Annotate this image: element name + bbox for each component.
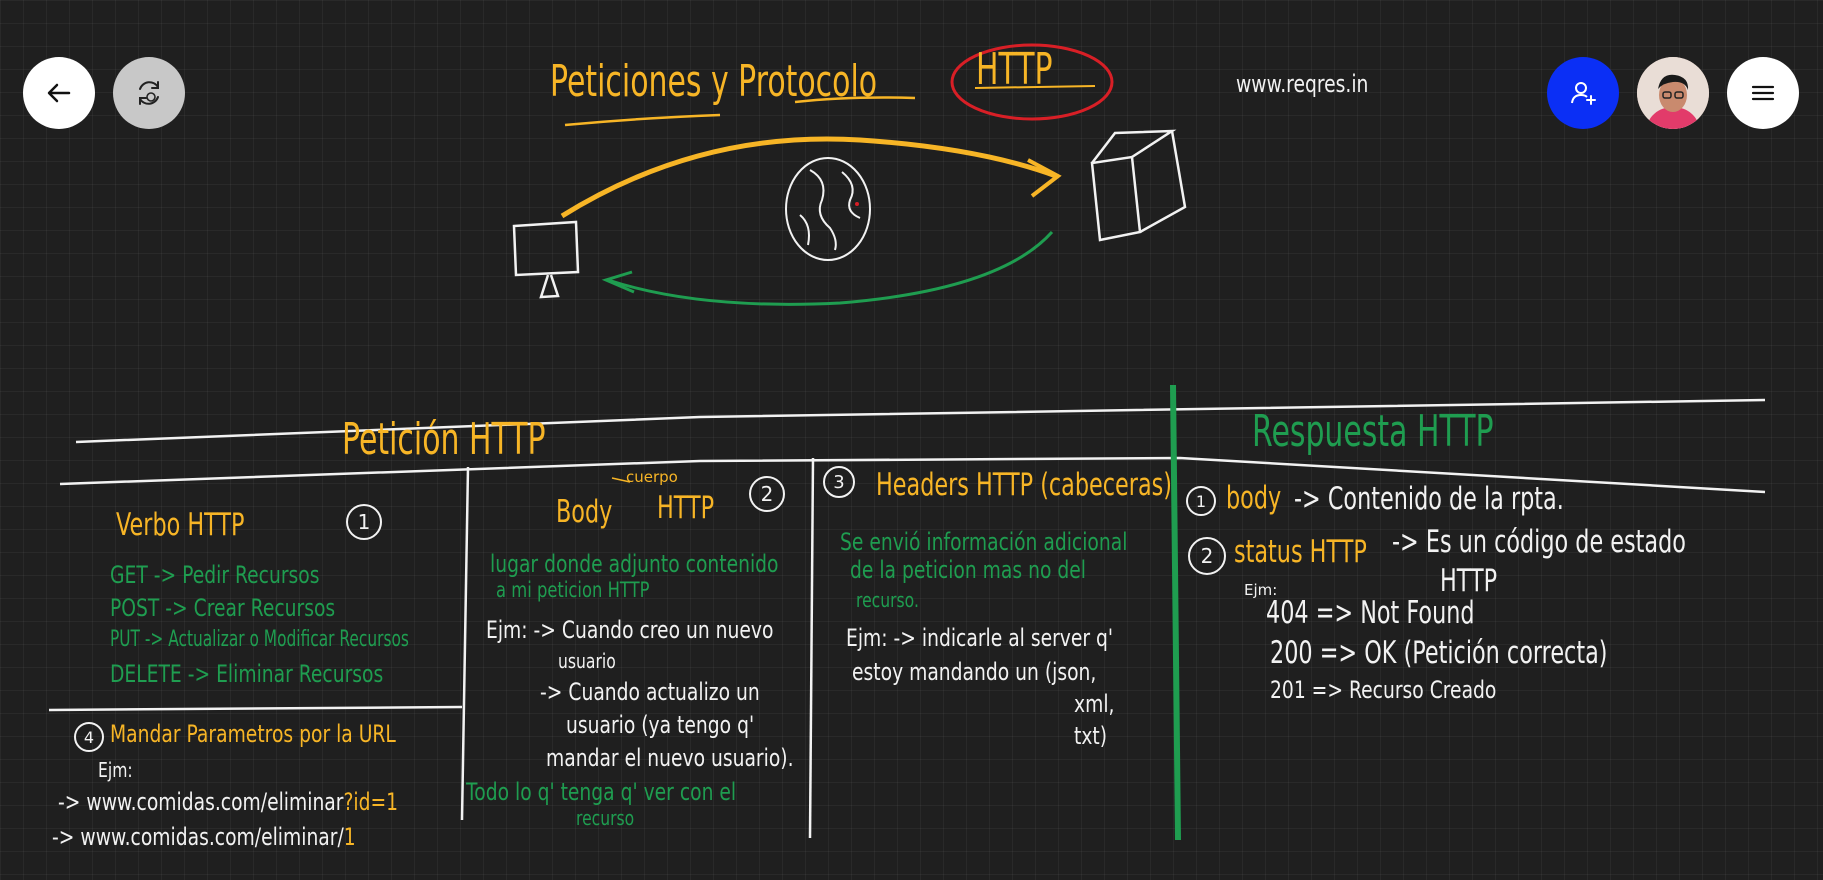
request-response-divider — [1170, 384, 1181, 841]
request-arrow — [560, 136, 1057, 219]
globe-icon — [785, 157, 871, 261]
col-divider-2 — [808, 457, 815, 839]
body-step-number: 2 — [749, 476, 785, 512]
computer-icon — [512, 220, 580, 299]
headers-desc: Se envió información adicional — [840, 528, 1128, 556]
body-desc: lugar donde adjunto contenido — [490, 550, 779, 578]
response-status-desc: -> Es un código de estado — [1392, 524, 1686, 560]
body-example: usuario — [558, 649, 616, 673]
body-example: usuario (ya tengo q' — [566, 711, 755, 739]
response-step-2: 2 — [1188, 537, 1226, 575]
back-button[interactable] — [23, 57, 95, 129]
body-summary: recurso — [576, 806, 635, 830]
headers-example: estoy mandando un (json, — [852, 658, 1097, 686]
url-query-param: ?id=1 — [343, 788, 399, 816]
response-heading: Respuesta HTTP — [1252, 406, 1494, 457]
menu-button[interactable] — [1727, 57, 1799, 129]
title-underline — [564, 113, 721, 127]
table-top-line — [75, 398, 1766, 444]
url-query-base: -> www.comidas.com/eliminar — [58, 788, 344, 816]
invite-button[interactable] — [1547, 57, 1619, 129]
body-note: cuerpo — [626, 468, 678, 486]
body-summary: Todo lo q' tenga q' ver con el — [466, 778, 737, 806]
headers-example: xml, — [1074, 690, 1115, 718]
params-step-number: 4 — [74, 722, 104, 752]
verb-item: GET -> Pedir Recursos — [110, 561, 320, 589]
request-arrowhead — [1027, 158, 1062, 198]
body-example: mandar el nuevo usuario). — [546, 744, 794, 772]
add-user-icon — [1571, 82, 1596, 105]
avatar-icon — [1637, 57, 1709, 129]
col-divider-1 — [460, 466, 470, 821]
headers-heading: Headers HTTP (cabeceras) — [876, 467, 1172, 503]
verbs-step-number: 1 — [346, 504, 382, 540]
body-example: -> Cuando actualizo un — [540, 678, 760, 706]
arrow-left-icon — [47, 83, 71, 103]
body-desc: a mi peticion HTTP — [496, 578, 650, 602]
verbs-heading: Verbo HTTP — [116, 507, 245, 543]
headers-desc: de la peticion mas no del — [850, 556, 1086, 584]
globe-dot — [855, 202, 859, 206]
status-code-item: 200 => OK (Petición correcta) — [1270, 635, 1608, 671]
response-step-1: 1 — [1186, 486, 1216, 516]
headers-example: txt) — [1074, 722, 1108, 750]
verb-item: DELETE -> Eliminar Recursos — [110, 660, 384, 688]
response-status-label: status HTTP — [1234, 534, 1367, 570]
params-heading: Mandar Parametros por la URL — [110, 720, 396, 748]
params-divider — [48, 705, 463, 712]
response-arrow — [607, 230, 1054, 306]
params-url-query: -> www.comidas.com/eliminar?id=1 — [58, 790, 398, 814]
whiteboard-drawing — [48, 43, 1766, 841]
page-title-http: HTTP — [976, 44, 1053, 95]
status-code-item: 201 => Recurso Creado — [1270, 676, 1497, 704]
response-status-desc: HTTP — [1440, 563, 1498, 599]
url-path-base: -> www.comidas.com/eliminar/ — [52, 823, 344, 851]
verb-item: POST -> Crear Recursos — [110, 594, 336, 622]
request-heading: Petición HTTP — [342, 414, 546, 465]
user-avatar[interactable] — [1637, 57, 1709, 129]
response-body-desc: -> Contenido de la rpta. — [1294, 481, 1564, 517]
response-body-label: body — [1226, 480, 1282, 516]
history-restore-icon — [139, 81, 159, 105]
status-code-item: 404 => Not Found — [1266, 595, 1475, 631]
hamburger-menu-icon — [1751, 85, 1775, 101]
body-example: Ejm: -> Cuando creo un nuevo — [486, 616, 774, 644]
params-url-path: -> www.comidas.com/eliminar/1 — [52, 825, 356, 849]
body-heading: Body — [556, 494, 613, 530]
params-example-label: Ejm: — [98, 758, 133, 782]
response-arrowhead — [601, 270, 635, 294]
headers-step-number: 3 — [823, 466, 855, 498]
headers-desc: recurso. — [856, 588, 919, 612]
verb-item: PUT -> Actualizar o Modificar Recursos — [110, 627, 409, 652]
page-title: Peticiones y Protocolo — [550, 56, 878, 107]
body-heading-http: HTTP — [657, 490, 715, 526]
history-button[interactable] — [113, 57, 185, 129]
headers-example: Ejm: -> indicarle al server q' — [846, 624, 1114, 652]
url-path-param: 1 — [343, 823, 356, 851]
reference-url: www.reqres.in — [1236, 70, 1369, 98]
server-cube-icon — [1090, 129, 1187, 242]
